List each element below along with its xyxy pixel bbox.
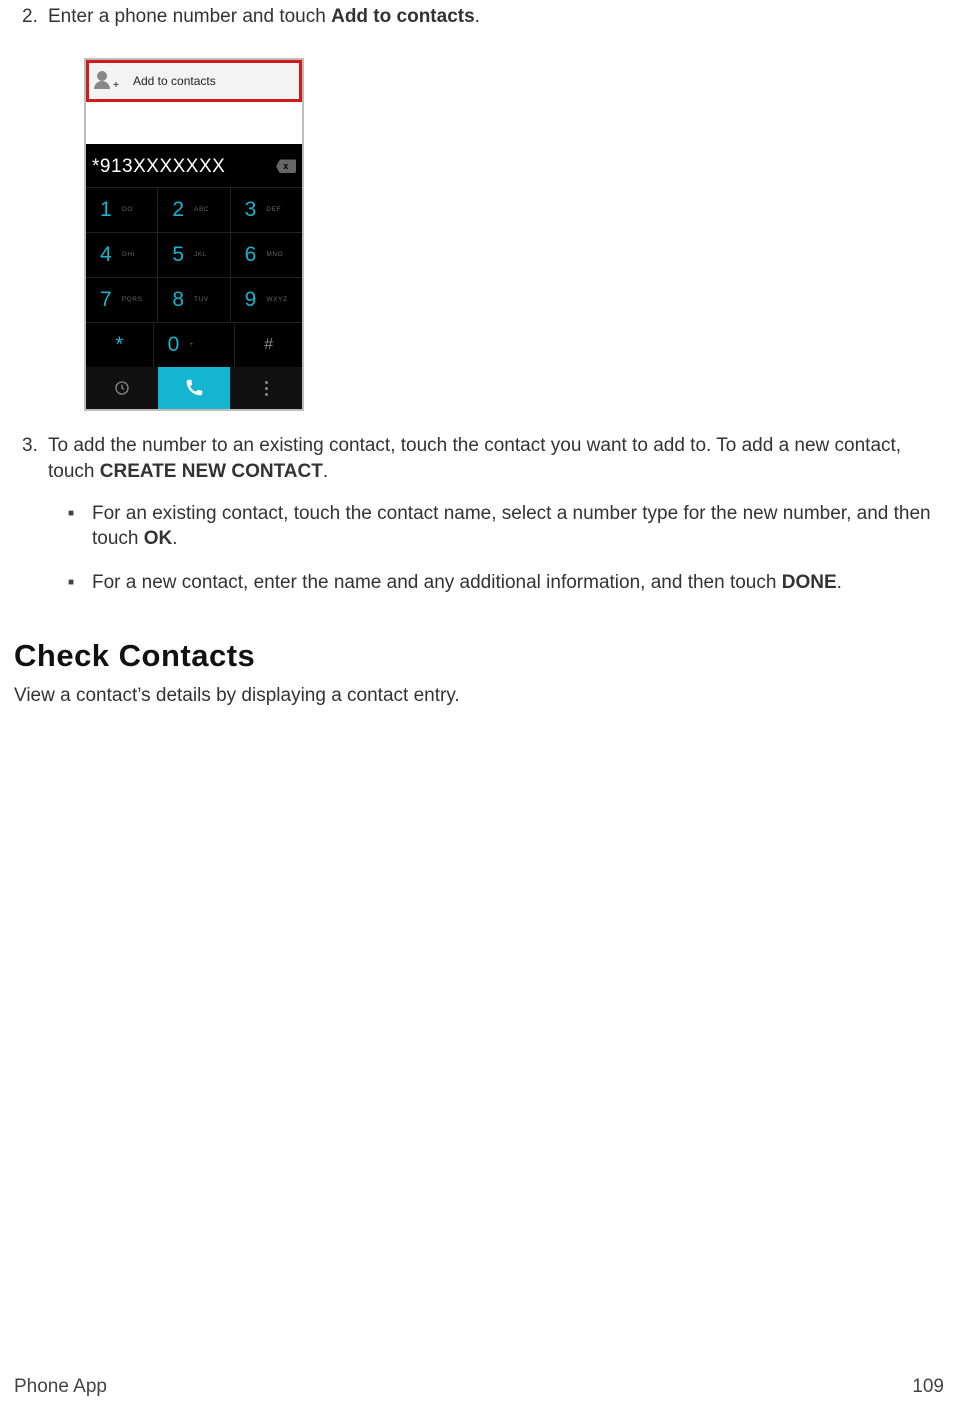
phone-mock: + Add to contacts *913XXXXXXX x 1OO 2ABC	[84, 58, 304, 412]
key-1[interactable]: 1OO	[86, 187, 158, 232]
footer-page-number: 109	[912, 1374, 944, 1400]
overflow-icon	[265, 381, 268, 396]
subtext-end: .	[172, 528, 177, 549]
step-bold: CREATE NEW CONTACT	[100, 461, 323, 482]
add-to-contacts-bar[interactable]: + Add to contacts	[86, 60, 302, 102]
history-button[interactable]	[86, 367, 158, 409]
footer-left: Phone App	[14, 1374, 107, 1400]
key-5[interactable]: 5JKL	[158, 232, 230, 277]
step-text-end: .	[475, 6, 480, 27]
dialed-number-display: *913XXXXXXX x	[86, 144, 302, 188]
key-9[interactable]: 9WXYZ	[231, 277, 302, 322]
call-button[interactable]	[158, 367, 230, 409]
key-6[interactable]: 6MNO	[231, 232, 302, 277]
backspace-icon[interactable]: x	[276, 159, 296, 173]
blank-row	[86, 102, 302, 144]
substep-existing-contact: ■ For an existing contact, touch the con…	[48, 501, 944, 552]
figure-phone-dialer: + Add to contacts *913XXXXXXX x 1OO 2ABC	[84, 58, 944, 412]
dialer-bottom-bar	[86, 367, 302, 409]
step-3: 3. To add the number to an existing cont…	[14, 433, 944, 613]
key-7[interactable]: 7PQRS	[86, 277, 158, 322]
clock-icon	[114, 380, 130, 396]
add-contact-icon: +	[95, 71, 115, 91]
key-4[interactable]: 4GHI	[86, 232, 158, 277]
subtext: For a new contact, enter the name and an…	[92, 572, 782, 593]
add-to-contacts-label: Add to contacts	[133, 73, 216, 89]
page-footer: Phone App 109	[14, 1374, 944, 1400]
page-content: 2. Enter a phone number and touch Add to…	[14, 0, 944, 709]
section-heading-check-contacts: Check Contacts	[14, 635, 944, 677]
section-description: View a contact’s details by displaying a…	[14, 683, 944, 709]
key-2[interactable]: 2ABC	[158, 187, 230, 232]
dialed-number: *913XXXXXXX	[92, 154, 225, 180]
keypad: 1OO 2ABC 3DEF 4GHI 5JKL 6MNO 7PQRS 8TUV	[86, 187, 302, 367]
key-8[interactable]: 8TUV	[158, 277, 230, 322]
key-3[interactable]: 3DEF	[231, 187, 302, 232]
substep-new-contact: ■ For a new contact, enter the name and …	[48, 570, 944, 596]
phone-icon	[183, 377, 205, 399]
step-number: 2.	[14, 4, 48, 30]
step-number: 3.	[14, 433, 48, 613]
bullet-square-icon: ■	[48, 570, 92, 596]
step-2: 2. Enter a phone number and touch Add to…	[14, 4, 944, 30]
key-star[interactable]: *	[86, 322, 154, 367]
sub-bold: DONE	[782, 572, 837, 593]
sub-bold: OK	[144, 528, 173, 549]
bullet-square-icon: ■	[48, 501, 92, 552]
key-0[interactable]: 0+	[154, 322, 236, 367]
step-text: Enter a phone number and touch	[48, 6, 331, 27]
overflow-button[interactable]	[230, 367, 302, 409]
key-hash[interactable]: #	[235, 322, 302, 367]
step-body: To add the number to an existing contact…	[48, 433, 944, 613]
subtext: For an existing contact, touch the conta…	[92, 503, 931, 550]
step-bold: Add to contacts	[331, 6, 475, 27]
step-text-end: .	[323, 461, 328, 482]
subtext-end: .	[837, 572, 842, 593]
step-body: Enter a phone number and touch Add to co…	[48, 4, 944, 30]
